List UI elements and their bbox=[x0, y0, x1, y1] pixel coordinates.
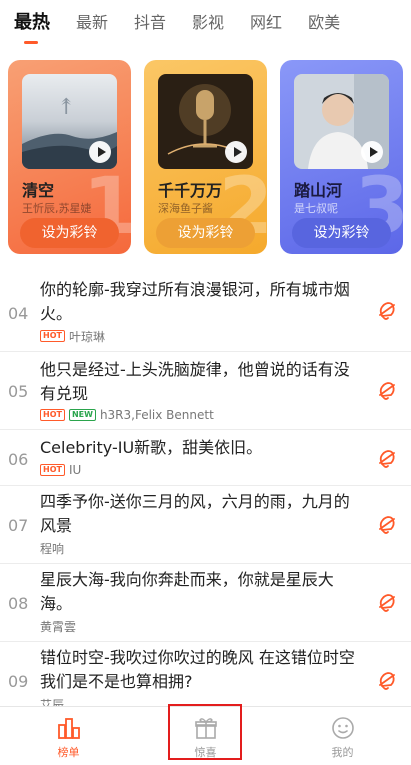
svg-text:↟: ↟ bbox=[57, 95, 75, 120]
song-meta: HOT 叶琼琳 bbox=[40, 328, 105, 344]
song-artist: 叶琼琳 bbox=[68, 329, 105, 344]
song-meta: HOT NEW h3R3,Felix Bennett bbox=[40, 407, 214, 423]
song-list: 04 你的轮廓-我穿过所有浪漫银河，所有城市烟火。 HOT 叶琼琳 05 他只是… bbox=[0, 270, 411, 706]
tab-film-tv[interactable]: 影视 bbox=[179, 0, 237, 48]
song-artist: 程响 bbox=[40, 541, 65, 556]
ringtone-bell-icon[interactable] bbox=[375, 512, 399, 536]
hot-badge: HOT bbox=[40, 409, 65, 421]
set-ringtone-button[interactable]: 设为彩铃 bbox=[292, 218, 391, 248]
song-rank: 08 bbox=[8, 594, 29, 613]
song-rank: 05 bbox=[8, 382, 29, 401]
set-ringtone-button[interactable]: 设为彩铃 bbox=[20, 218, 119, 248]
song-row[interactable]: 08 星辰大海-我向你奔赴而来，你就是星辰大海。 黄霄雲 bbox=[0, 564, 411, 642]
card-song-title: 清空 bbox=[22, 181, 55, 200]
song-meta: HOT IU bbox=[40, 462, 81, 478]
smile-face-icon bbox=[331, 717, 354, 739]
song-title: 四季予你-送你三月的风，六月的雨，九月的风景 bbox=[40, 492, 350, 535]
song-row[interactable]: 05 他只是经过-上头洗脑旋律，他曾说的话有没有兑现 HOT NEW h3R3,… bbox=[0, 352, 411, 430]
song-row[interactable]: 06 Celebrity-IU新歌，甜美依旧。 HOT IU bbox=[0, 430, 411, 486]
top-card-2[interactable]: 2 千千万万 深海鱼子酱 设为彩铃 bbox=[144, 60, 267, 254]
play-icon[interactable] bbox=[225, 141, 247, 163]
card-song-title: 踏山河 bbox=[294, 181, 343, 200]
song-row[interactable]: 09 错位时空-我吹过你吹过的晚风 在这错位时空我们是不是也算相拥? 艾辰 bbox=[0, 642, 411, 706]
category-tabs: 最热 最新 抖音 影视 网红 欧美 bbox=[0, 0, 411, 48]
play-icon[interactable] bbox=[361, 141, 383, 163]
nav-mine[interactable]: 我的 bbox=[274, 707, 411, 765]
nav-label: 榜单 bbox=[57, 746, 80, 759]
card-artist: 是七叔呢 bbox=[294, 202, 338, 215]
song-artist: h3R3,Felix Bennett bbox=[99, 408, 214, 422]
song-rank: 06 bbox=[8, 450, 29, 469]
tab-douyin[interactable]: 抖音 bbox=[121, 0, 179, 48]
song-artist: 艾辰 bbox=[40, 697, 65, 707]
play-icon[interactable] bbox=[89, 141, 111, 163]
song-rank: 09 bbox=[8, 672, 29, 691]
hot-badge: HOT bbox=[40, 464, 65, 476]
song-row[interactable]: 07 四季予你-送你三月的风，六月的雨，九月的风景 程响 bbox=[0, 486, 411, 564]
top-card-1[interactable]: ↟ 1 清空 王忻辰,苏星婕 设为彩铃 bbox=[8, 60, 131, 254]
tab-hottest[interactable]: 最热 bbox=[0, 0, 63, 48]
top-three-cards: ↟ 1 清空 王忻辰,苏星婕 设为彩铃 2 千千万万 深海鱼子酱 设为彩铃 3 … bbox=[8, 60, 403, 254]
song-meta: 程响 bbox=[40, 540, 64, 556]
set-ringtone-button[interactable]: 设为彩铃 bbox=[156, 218, 255, 248]
highlight-annotation-box bbox=[168, 704, 242, 760]
song-meta: 艾辰 bbox=[40, 696, 65, 707]
card-artist: 王忻辰,苏星婕 bbox=[22, 202, 92, 215]
song-artist: IU bbox=[68, 463, 82, 477]
ringtone-bell-icon[interactable] bbox=[375, 378, 399, 402]
song-row[interactable]: 04 你的轮廓-我穿过所有浪漫银河，所有城市烟火。 HOT 叶琼琳 bbox=[0, 270, 411, 352]
hot-badge: HOT bbox=[40, 330, 65, 342]
song-artist: 黄霄雲 bbox=[40, 619, 77, 634]
song-meta: 黄霄雲 bbox=[40, 618, 76, 634]
ringtone-bell-icon[interactable] bbox=[375, 668, 399, 692]
album-cover[interactable] bbox=[158, 74, 253, 169]
card-artist: 深海鱼子酱 bbox=[158, 202, 213, 215]
top-card-3[interactable]: 3 踏山河 是七叔呢 设为彩铃 bbox=[280, 60, 403, 254]
nav-charts[interactable]: 榜单 bbox=[0, 707, 137, 765]
song-title: 他只是经过-上头洗脑旋律，他曾说的话有没有兑现 bbox=[40, 360, 350, 403]
ringtone-bell-icon[interactable] bbox=[375, 590, 399, 614]
new-badge: NEW bbox=[68, 409, 96, 421]
song-title: 星辰大海-我向你奔赴而来，你就是星辰大海。 bbox=[40, 570, 334, 613]
card-song-title: 千千万万 bbox=[158, 181, 223, 200]
song-title: Celebrity-IU新歌，甜美依旧。 bbox=[40, 438, 263, 457]
song-rank: 07 bbox=[8, 516, 29, 535]
album-cover[interactable] bbox=[294, 74, 389, 169]
tab-newest[interactable]: 最新 bbox=[63, 0, 121, 48]
tab-western[interactable]: 欧美 bbox=[295, 0, 353, 48]
nav-label: 我的 bbox=[331, 746, 354, 759]
tab-influencer[interactable]: 网红 bbox=[237, 0, 295, 48]
ringtone-bell-icon[interactable] bbox=[375, 446, 399, 470]
song-rank: 04 bbox=[8, 304, 29, 323]
song-title: 你的轮廓-我穿过所有浪漫银河，所有城市烟火。 bbox=[40, 280, 350, 323]
album-cover[interactable]: ↟ bbox=[22, 74, 117, 169]
chart-icon bbox=[57, 718, 80, 739]
song-title: 错位时空-我吹过你吹过的晚风 在这错位时空我们是不是也算相拥? bbox=[40, 648, 355, 691]
ringtone-bell-icon[interactable] bbox=[375, 298, 399, 322]
